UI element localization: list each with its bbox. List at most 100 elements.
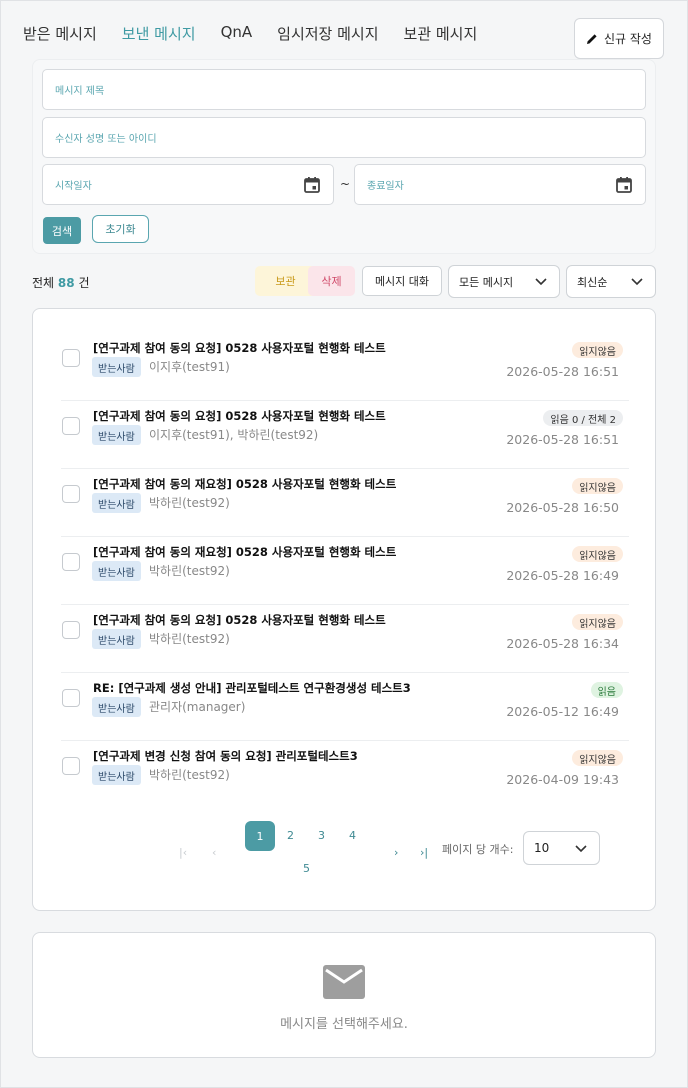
recipient-label: 받는사람 xyxy=(92,357,141,377)
recipient-input[interactable]: 수신자 성명 또는 아이디 xyxy=(42,117,646,158)
sort-select[interactable]: 최신순 xyxy=(566,265,656,298)
message-date: 2026-05-28 16:50 xyxy=(506,500,619,515)
message-row[interactable]: [연구과제 변경 신청 참여 동의 요청] 관리포털테스트3 받는사람 박하린(… xyxy=(61,741,629,809)
archive-button[interactable]: 보관 xyxy=(255,266,316,296)
message-date: 2026-05-28 16:51 xyxy=(506,364,619,379)
message-date: 2026-05-28 16:49 xyxy=(506,568,619,583)
search-button[interactable]: 검색 xyxy=(43,217,81,244)
status-badge: 읽지않음 xyxy=(572,478,623,494)
status-badge: 읽음 xyxy=(590,682,623,698)
new-message-button[interactable]: 신규 작성 xyxy=(574,18,664,59)
page-button-5[interactable]: 5 xyxy=(303,862,310,875)
pencil-icon xyxy=(587,33,597,44)
sort-value: 최신순 xyxy=(577,275,608,289)
calendar-icon[interactable] xyxy=(615,176,633,194)
recipient-label: 받는사람 xyxy=(92,697,141,717)
calendar-icon[interactable] xyxy=(303,176,321,194)
last-page-button[interactable]: ›| xyxy=(420,846,428,859)
date-range-separator: ~ xyxy=(340,177,351,191)
tab-qna[interactable]: QnA xyxy=(221,23,253,44)
message-row[interactable]: [연구과제 참여 동의 재요청] 0528 사용자포털 현행화 테스트 받는사람… xyxy=(61,537,629,605)
end-date-input[interactable]: 종료일자 xyxy=(354,164,646,205)
message-page: 받은 메시지 보낸 메시지 QnA 임시저장 메시지 보관 메시지 신규 작성 … xyxy=(0,0,688,1088)
tab-drafts[interactable]: 임시저장 메시지 xyxy=(277,23,378,44)
message-subject[interactable]: [연구과제 참여 동의 요청] 0528 사용자포털 현행화 테스트 xyxy=(93,612,386,628)
message-row[interactable]: [연구과제 참여 동의 재요청] 0528 사용자포털 현행화 테스트 받는사람… xyxy=(61,469,629,537)
recipient-label: 받는사람 xyxy=(92,629,141,649)
start-date-placeholder: 시작일자 xyxy=(55,181,92,192)
page-button-4[interactable]: 4 xyxy=(349,829,356,842)
message-subject[interactable]: [연구과제 참여 동의 재요청] 0528 사용자포털 현행화 테스트 xyxy=(93,544,396,560)
conversation-button[interactable]: 메시지 대화 xyxy=(362,266,442,296)
message-filter-value: 모든 메시지 xyxy=(459,275,514,289)
recipient-label: 받는사람 xyxy=(92,425,141,445)
recipient-name: 박하린(test92) xyxy=(149,564,230,578)
chevron-down-icon xyxy=(535,278,547,286)
row-checkbox[interactable] xyxy=(62,757,80,775)
message-filter-select[interactable]: 모든 메시지 xyxy=(448,265,560,298)
recipient-name: 박하린(test92) xyxy=(149,496,230,510)
total-count: 전체 88 건 xyxy=(32,274,90,291)
reset-button[interactable]: 초기화 xyxy=(92,215,149,243)
message-row[interactable]: [연구과제 참여 동의 요청] 0528 사용자포털 현행화 테스트 받는사람 … xyxy=(61,401,629,469)
message-row[interactable]: [연구과제 참여 동의 요청] 0528 사용자포털 현행화 테스트 받는사람 … xyxy=(61,605,629,673)
subject-placeholder: 메시지 제목 xyxy=(55,86,105,97)
message-row[interactable]: [연구과제 참여 동의 요청] 0528 사용자포털 현행화 테스트 받는사람 … xyxy=(61,333,629,401)
row-checkbox[interactable] xyxy=(62,553,80,571)
delete-button[interactable]: 삭제 xyxy=(308,266,355,296)
message-subject[interactable]: [연구과제 참여 동의 재요청] 0528 사용자포털 현행화 테스트 xyxy=(93,476,396,492)
row-checkbox[interactable] xyxy=(62,349,80,367)
next-page-button[interactable]: › xyxy=(394,846,398,859)
recipient-name: 관리자(manager) xyxy=(149,700,246,714)
total-count-prefix: 전체 xyxy=(32,276,55,290)
status-badge: 읽지않음 xyxy=(572,546,623,562)
status-badge: 읽음 0 / 전체 2 xyxy=(543,410,623,426)
recipient-name: 박하린(test92) xyxy=(149,632,230,646)
status-badge: 읽지않음 xyxy=(572,750,623,766)
recipient-label: 받는사람 xyxy=(92,765,141,785)
page-button-current[interactable]: 1 xyxy=(245,821,275,851)
message-list: [연구과제 참여 동의 요청] 0528 사용자포털 현행화 테스트 받는사람 … xyxy=(32,308,656,911)
empty-detail-message: 메시지를 선택해주세요. xyxy=(280,1017,408,1032)
recipient-name: 박하린(test92) xyxy=(149,768,230,782)
end-date-placeholder: 종료일자 xyxy=(367,181,404,192)
chevron-down-icon xyxy=(575,845,587,853)
message-row[interactable]: RE: [연구과제 생성 안내] 관리포털테스트 연구환경생성 테스트3 받는사… xyxy=(61,673,629,741)
status-badge: 읽지않음 xyxy=(572,614,623,630)
row-checkbox[interactable] xyxy=(62,485,80,503)
per-page-label: 페이지 당 개수: xyxy=(442,843,514,856)
recipient-placeholder: 수신자 성명 또는 아이디 xyxy=(55,134,157,145)
tab-inbox[interactable]: 받은 메시지 xyxy=(23,23,97,44)
row-checkbox[interactable] xyxy=(62,417,80,435)
tab-sent[interactable]: 보낸 메시지 xyxy=(122,23,196,44)
message-date: 2026-05-28 16:51 xyxy=(506,432,619,447)
start-date-input[interactable]: 시작일자 xyxy=(42,164,334,205)
recipient-name: 이지후(test91), 박하린(test92) xyxy=(149,428,319,442)
message-date: 2026-05-28 16:34 xyxy=(506,636,619,651)
row-checkbox[interactable] xyxy=(62,621,80,639)
new-message-label: 신규 작성 xyxy=(604,32,652,46)
tab-archive[interactable]: 보관 메시지 xyxy=(404,23,478,44)
total-count-value: 88 xyxy=(57,276,75,290)
message-subject[interactable]: RE: [연구과제 생성 안내] 관리포털테스트 연구환경생성 테스트3 xyxy=(93,680,411,696)
subject-input[interactable]: 메시지 제목 xyxy=(42,69,646,110)
page-button-3[interactable]: 3 xyxy=(318,829,325,842)
message-subject[interactable]: [연구과제 참여 동의 요청] 0528 사용자포털 현행화 테스트 xyxy=(93,408,386,424)
chevron-down-icon xyxy=(631,278,643,286)
per-page-select[interactable]: 10 xyxy=(523,831,600,865)
recipient-name: 이지후(test91) xyxy=(149,360,230,374)
mail-icon xyxy=(323,965,365,999)
message-detail-panel: 메시지를 선택해주세요. xyxy=(32,932,656,1058)
page-button-2[interactable]: 2 xyxy=(287,829,294,842)
per-page-value: 10 xyxy=(534,841,550,855)
prev-page-button[interactable]: ‹ xyxy=(212,846,216,859)
first-page-button[interactable]: |‹ xyxy=(179,846,187,859)
message-date: 2026-05-12 16:49 xyxy=(506,704,619,719)
recipient-label: 받는사람 xyxy=(92,561,141,581)
row-checkbox[interactable] xyxy=(62,689,80,707)
message-tabs: 받은 메시지 보낸 메시지 QnA 임시저장 메시지 보관 메시지 xyxy=(23,23,502,44)
message-subject[interactable]: [연구과제 참여 동의 요청] 0528 사용자포털 현행화 테스트 xyxy=(93,340,386,356)
message-subject[interactable]: [연구과제 변경 신청 참여 동의 요청] 관리포털테스트3 xyxy=(93,748,358,764)
message-date: 2026-04-09 19:43 xyxy=(506,772,619,787)
status-badge: 읽지않음 xyxy=(572,342,623,358)
